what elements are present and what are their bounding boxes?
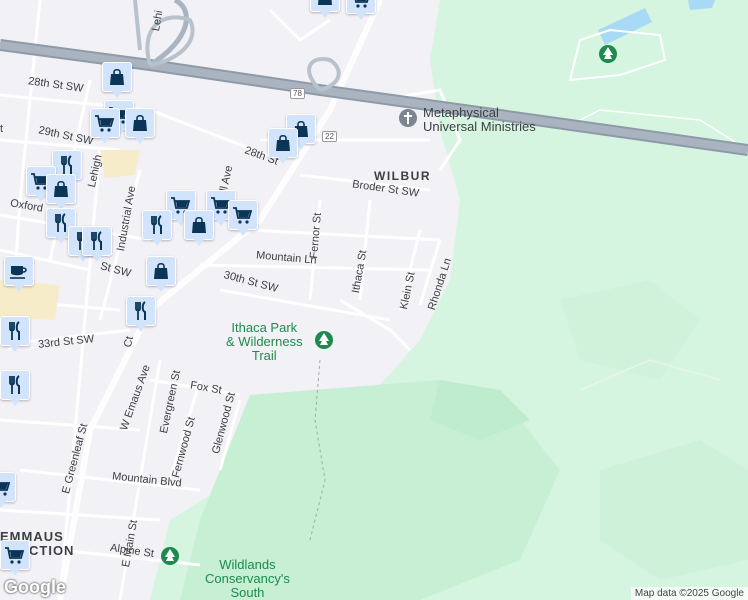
- shopping-bag-icon[interactable]: [268, 128, 298, 166]
- shopping-cart-icon[interactable]: [346, 0, 376, 22]
- restaurant-icon[interactable]: [0, 370, 30, 408]
- cafe-icon[interactable]: [4, 256, 34, 294]
- shopping-cart-icon[interactable]: [90, 108, 120, 146]
- shopping-bag-icon[interactable]: [125, 108, 155, 146]
- restaurant-icon[interactable]: [126, 296, 156, 334]
- shopping-cart-icon[interactable]: [228, 200, 258, 238]
- park-tree-icon[interactable]: [598, 44, 618, 66]
- map-canvas[interactable]: WILBUR Metaphysical Universal Ministries…: [0, 0, 748, 600]
- shopping-bag-icon[interactable]: [184, 210, 214, 248]
- shopping-cart-icon[interactable]: [0, 540, 30, 578]
- restaurant-icon[interactable]: [0, 316, 30, 354]
- interstate-shield-78: 78: [290, 88, 305, 99]
- street-ct: Ct: [122, 335, 137, 349]
- shopping-bag-icon[interactable]: [310, 0, 340, 20]
- place-label-ithaca-park[interactable]: Ithaca Park & Wilderness Trail: [226, 321, 303, 363]
- shopping-cart-icon[interactable]: [0, 472, 16, 510]
- street-t: t: [0, 123, 4, 135]
- park-tree-icon[interactable]: [314, 330, 334, 352]
- place-label-wildlands[interactable]: Wildlands Conservancy's South: [205, 558, 290, 600]
- route-shield-222: 22: [322, 131, 337, 142]
- shopping-bag-icon[interactable]: [146, 256, 176, 294]
- map-attribution: Map data ©2025 Google: [630, 587, 748, 600]
- google-logo: Google: [4, 577, 66, 597]
- church-icon[interactable]: [398, 108, 418, 128]
- shopping-bag-icon[interactable]: [102, 62, 132, 100]
- park-tree-icon[interactable]: [160, 546, 180, 568]
- restaurant-icon[interactable]: [82, 226, 112, 264]
- shopping-bag-icon[interactable]: [46, 174, 76, 212]
- restaurant-icon[interactable]: [142, 210, 172, 248]
- neighborhood-label: WILBUR: [374, 169, 431, 183]
- place-label-metaphysical[interactable]: Metaphysical Universal Ministries: [423, 106, 536, 134]
